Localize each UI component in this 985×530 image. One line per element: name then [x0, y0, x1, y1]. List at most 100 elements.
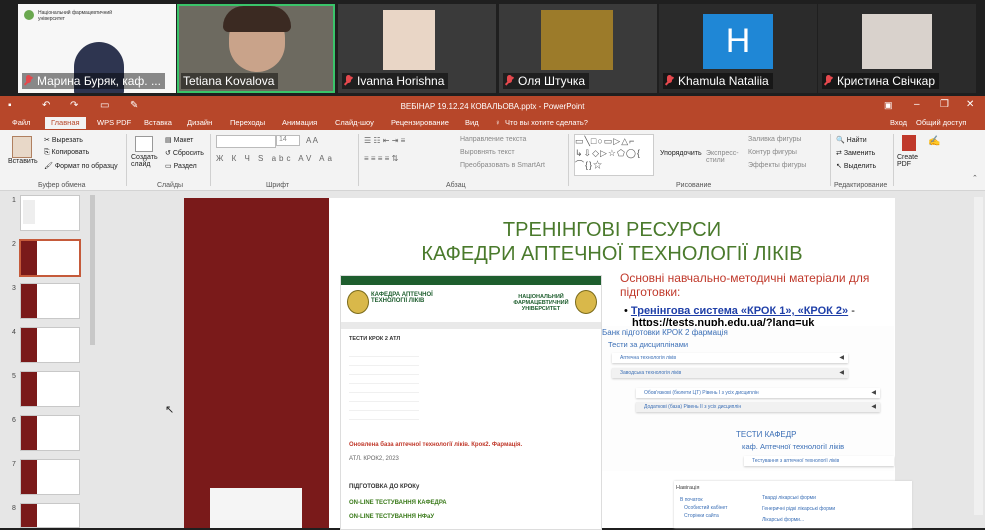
arrange-button[interactable]: Упорядочить — [660, 150, 702, 157]
online-testing-nuph[interactable]: ON-LINE ТЕСТУВАННЯ НФаУ — [349, 514, 434, 520]
text-direction-button[interactable]: Направление текста — [460, 136, 526, 143]
cut-button[interactable]: ✂ Вырезать — [44, 136, 83, 144]
powerpoint-window: ▪ ↶ ↷ ▭ ✎ ВЕБІНАР 19.12.24 КОВАЛЬОВА.ppt… — [0, 96, 985, 530]
shape-effects-button[interactable]: Эффекты фигуры — [748, 162, 806, 169]
tab-home[interactable]: Главная — [45, 117, 86, 129]
pdf-icon[interactable] — [902, 135, 916, 151]
quick-styles-button[interactable]: Экспресс-стили — [706, 150, 746, 164]
bank-link[interactable]: Банк підготовки КРОК 2 фармація — [602, 328, 728, 337]
online-testing-dept[interactable]: ON-LINE ТЕСТУВАННЯ КАФЕДРА — [349, 500, 447, 506]
copy-button[interactable]: ⎘ Копировать — [44, 149, 89, 157]
list-buttons[interactable]: ☰ ☷ ⇤ ⇥ ≡ — [364, 136, 405, 145]
slide-thumb[interactable] — [20, 503, 80, 528]
minimize-icon[interactable]: – — [914, 99, 920, 110]
participant-name: Ivanna Horishna — [357, 74, 445, 88]
participant-tile[interactable]: Ivanna Horishna — [338, 4, 496, 93]
sign-icon[interactable]: ✍ — [928, 136, 940, 147]
replace-button[interactable]: ⇄ Заменить — [836, 149, 875, 157]
course-row[interactable]: Обов'язкові (бюлети ЦТ) Рівень І з усіх … — [636, 388, 880, 398]
dept-logo — [347, 290, 369, 314]
share-button[interactable]: Общий доступ — [916, 118, 966, 127]
tab-animation[interactable]: Анимация — [282, 118, 317, 127]
restore-icon[interactable]: ❐ — [940, 99, 949, 110]
divider — [830, 134, 831, 186]
nav-home[interactable]: В початок — [680, 497, 703, 503]
find-button[interactable]: 🔍 Найти — [836, 136, 867, 144]
shape-fill-button[interactable]: Заливка фигуры — [748, 136, 801, 143]
new-slide-button[interactable]: Создать слайд — [131, 154, 161, 168]
collapse-ribbon-icon[interactable]: ⌃ — [972, 174, 978, 182]
canvas-scrollbar[interactable] — [974, 197, 983, 515]
tell-me-input[interactable]: Что вы хотите сделать? — [505, 118, 588, 127]
slide-thumb[interactable] — [20, 195, 80, 231]
dept-sub-link[interactable]: каф. Аптечної технології ліків — [742, 442, 844, 451]
materials-heading: Основні навчально-методичні матеріали дл… — [620, 271, 870, 299]
bullet: • — [624, 305, 631, 317]
replace-label: Заменить — [843, 150, 876, 157]
shape-outline-button[interactable]: Контур фигуры — [748, 149, 797, 156]
tab-design[interactable]: Дизайн — [187, 118, 212, 127]
layout-button[interactable]: ▤ Макет — [165, 136, 193, 144]
slide-thumb[interactable] — [20, 459, 80, 495]
participant-tile[interactable]: Національний фармацевтичний університет … — [18, 4, 176, 93]
mortar-image — [210, 488, 302, 528]
nav-item[interactable]: Тварді лікарські форми — [762, 495, 816, 501]
slide-thumb-selected[interactable] — [19, 239, 81, 277]
font-grow-icon[interactable]: A A — [306, 136, 318, 145]
smartart-button[interactable]: Преобразовать в SmartArt — [460, 162, 545, 169]
course-row[interactable]: Додаткові (база) Рівень ІІ з усіх дисцип… — [636, 402, 880, 412]
format-painter-button[interactable]: 🖌 Формат по образцу — [44, 162, 118, 170]
site-nav-bar — [341, 276, 601, 285]
speaker-icon: ◀ — [871, 404, 876, 410]
slide-thumb[interactable] — [20, 327, 80, 363]
ribbon-display-icon[interactable]: ▣ — [884, 100, 893, 111]
participant-tile-active[interactable]: Tetiana Kovalova — [177, 4, 335, 93]
slide-thumb[interactable] — [20, 371, 80, 407]
align-text-button[interactable]: Выровнять текст — [460, 149, 515, 156]
font-style-buttons[interactable]: Ж К Ч S abc AV Aa — [216, 154, 335, 163]
nav-item[interactable]: Лікарські форми... — [762, 517, 804, 523]
training-system-link[interactable]: Тренінгова система «КРОК 1», «КРОК 2» — [631, 305, 848, 317]
signin-link[interactable]: Вход — [890, 118, 907, 127]
tab-file[interactable]: Файл — [12, 118, 30, 127]
paste-button[interactable]: Вставить — [8, 158, 38, 165]
nav-dashboard[interactable]: Особистий кабінет — [684, 505, 727, 511]
new-slide-icon[interactable] — [135, 136, 153, 152]
font-name-select[interactable] — [216, 135, 276, 148]
tab-review[interactable]: Рецензирование — [391, 118, 449, 127]
course-row[interactable]: Аптечна технологія ліків ◀ — [612, 353, 848, 363]
section-button[interactable]: ▭ Раздел — [165, 162, 197, 170]
align-buttons[interactable]: ≡ ≡ ≡ ≡ ⇅ — [364, 154, 398, 163]
participant-strip: Національний фармацевтичний університет … — [0, 0, 985, 96]
paste-icon[interactable] — [12, 136, 32, 158]
course-row[interactable]: Тестування з аптечної технології ліків — [744, 456, 894, 466]
participant-tile[interactable]: Кристина Свічкар — [818, 4, 976, 93]
slide-thumb[interactable] — [20, 415, 80, 451]
reset-button[interactable]: ↺ Сбросить — [165, 149, 204, 157]
dept-tests-link[interactable]: ТЕСТИ КАФЕДР — [736, 430, 797, 439]
lightbulb-icon: ♀ — [495, 118, 501, 127]
create-pdf-button[interactable]: Create PDF — [897, 154, 923, 168]
thumbs-scrollbar[interactable] — [90, 195, 95, 345]
slide-number: 2 — [12, 241, 16, 248]
select-button[interactable]: ↖ Выделить — [836, 162, 876, 170]
tab-wps-pdf[interactable]: WPS PDF — [97, 118, 131, 127]
by-discipline-link[interactable]: Тести за дисциплінами — [608, 340, 688, 349]
tab-insert[interactable]: Вставка — [144, 118, 172, 127]
close-icon[interactable]: ✕ — [966, 99, 974, 110]
participant-tile[interactable]: Оля Штучка — [499, 4, 657, 93]
updated-base-link[interactable]: Оновлена база аптечної технології ліків.… — [349, 442, 599, 448]
font-size-select[interactable]: 14 — [276, 135, 300, 146]
nav-pages[interactable]: Сторінки сайта — [684, 513, 719, 519]
tab-view[interactable]: Вид — [465, 118, 479, 127]
slide: ТРЕНІНГОВІ РЕСУРСИ КАФЕДРИ АПТЕЧНОЇ ТЕХН… — [184, 198, 912, 530]
participant-tile[interactable]: H Khamula Nataliia — [659, 4, 817, 93]
shapes-gallery[interactable]: ▭╲□○▭▷△⌐ ↳⇩◇▷☆⬠◯{⌒{}☆ — [574, 134, 654, 176]
tab-slideshow[interactable]: Слайд-шоу — [335, 118, 374, 127]
course-row[interactable]: Заводська технологія ліків ◀ — [612, 368, 848, 378]
thumb-content — [23, 200, 35, 224]
tab-transitions[interactable]: Переходы — [230, 118, 265, 127]
logo-caption: Національний фармацевтичний університет — [38, 10, 113, 22]
slide-thumb[interactable] — [20, 283, 80, 319]
nav-item[interactable]: Генеричні рідкі лікарські форми — [762, 506, 835, 512]
